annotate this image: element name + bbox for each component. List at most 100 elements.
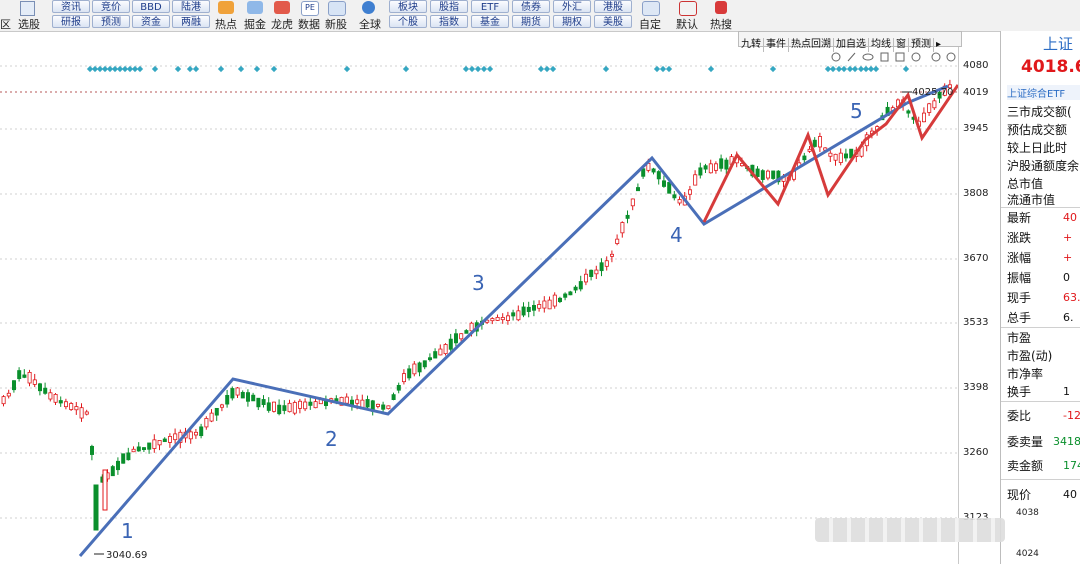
info-row-estimated: 预估成交额: [1007, 123, 1068, 137]
event-dot[interactable]: [174, 65, 182, 73]
candle-body: [116, 460, 121, 471]
price-tick-current: 4019: [963, 87, 989, 98]
candle-body: [188, 431, 193, 440]
event-dot[interactable]: [851, 65, 859, 73]
event-dot[interactable]: [707, 65, 715, 73]
chart-tool-icons[interactable]: [831, 52, 956, 62]
data-button[interactable]: PE 数据: [294, 0, 324, 31]
zoom-out-icon[interactable]: [946, 52, 956, 62]
event-dot[interactable]: [602, 65, 610, 73]
event-dot[interactable]: [480, 65, 488, 73]
select-stock-button[interactable]: 选股: [18, 0, 46, 31]
research-button[interactable]: 研报: [52, 15, 90, 28]
options-button[interactable]: 期权: [553, 15, 591, 28]
event-dot[interactable]: [486, 65, 494, 73]
default-button[interactable]: 默认: [672, 0, 702, 31]
candle-body: [173, 433, 178, 441]
event-dot[interactable]: [468, 65, 476, 73]
candle-body: [495, 316, 500, 321]
event-dot[interactable]: [462, 65, 470, 73]
event-dot[interactable]: [253, 65, 261, 73]
left-partial-item[interactable]: 区: [0, 0, 14, 31]
hk-connect-button[interactable]: 陆港: [172, 0, 210, 13]
settings-icon[interactable]: [831, 52, 841, 62]
event-dot[interactable]: [840, 65, 848, 73]
candle-body: [453, 333, 458, 344]
event-dot[interactable]: [343, 65, 351, 73]
bond-button[interactable]: 债券: [512, 0, 550, 13]
candle-body: [615, 238, 620, 244]
candle-body: [698, 167, 703, 176]
us-stock-button[interactable]: 美股: [594, 15, 632, 28]
event-dot[interactable]: [543, 65, 551, 73]
fund-button[interactable]: 基金: [471, 15, 509, 28]
eye-icon[interactable]: [862, 53, 874, 61]
hot-search-label: 热搜: [710, 18, 732, 31]
candle-body: [277, 404, 282, 415]
refresh-icon[interactable]: [911, 52, 921, 62]
auction-button[interactable]: 竞价: [92, 0, 130, 13]
event-dot[interactable]: [549, 65, 557, 73]
sector-button[interactable]: 板块: [389, 0, 427, 13]
event-dot[interactable]: [192, 65, 200, 73]
margin-button[interactable]: 两融: [172, 15, 210, 28]
event-dot[interactable]: [537, 65, 545, 73]
lock-icon[interactable]: [880, 52, 889, 62]
event-dot[interactable]: [653, 65, 661, 73]
custom-button[interactable]: 自定: [635, 0, 665, 31]
forecast-button[interactable]: 预测: [92, 15, 130, 28]
zoom-in-icon[interactable]: [931, 52, 941, 62]
global-label: 全球: [359, 18, 381, 31]
etf-button[interactable]: ETF: [471, 0, 509, 13]
hand-icon[interactable]: [895, 52, 905, 62]
info-row-market-cap: 总市值: [1007, 177, 1044, 191]
candlestick-chart[interactable]: 1 2 3 4 5 3040.69 4025.70: [0, 47, 958, 564]
event-dot[interactable]: [270, 65, 278, 73]
candle-body: [573, 286, 578, 291]
event-dot[interactable]: [186, 65, 194, 73]
futures-button[interactable]: 期货: [512, 15, 550, 28]
funds-button[interactable]: 资金: [132, 15, 170, 28]
candle-body: [844, 153, 849, 159]
bbd-button[interactable]: BBD: [132, 0, 170, 13]
individual-stock-button[interactable]: 个股: [389, 15, 427, 28]
candle-body: [102, 469, 108, 511]
event-dot[interactable]: [829, 65, 837, 73]
event-dot[interactable]: [217, 65, 225, 73]
event-dot[interactable]: [769, 65, 777, 73]
candle-body: [719, 158, 724, 169]
order-value-ask-vol: 3418.: [1053, 435, 1080, 448]
event-dot[interactable]: [474, 65, 482, 73]
hotspot-button[interactable]: 热点: [211, 0, 241, 31]
new-stock-button[interactable]: 新股: [321, 0, 351, 31]
candle-body: [433, 351, 438, 359]
index-button[interactable]: 指数: [430, 15, 468, 28]
panel-subtitle[interactable]: 上证综合ETF: [1007, 85, 1080, 100]
forex-button[interactable]: 外汇: [553, 0, 591, 13]
event-dot[interactable]: [665, 65, 673, 73]
event-dot[interactable]: [151, 65, 159, 73]
stock-index-futures-button[interactable]: 股指: [430, 0, 468, 13]
event-dot[interactable]: [902, 65, 910, 73]
event-dot[interactable]: [659, 65, 667, 73]
event-dot[interactable]: [237, 65, 245, 73]
panel-title: 上证: [1043, 35, 1074, 53]
news-button[interactable]: 资讯: [52, 0, 90, 13]
dig-gold-button[interactable]: 掘金: [240, 0, 270, 31]
hk-stock-button[interactable]: 港股: [594, 0, 632, 13]
candle-body: [58, 400, 63, 404]
draw-pen-icon[interactable]: [847, 52, 856, 62]
event-dot[interactable]: [136, 65, 144, 73]
wave-label-3: 3: [472, 271, 485, 295]
global-button[interactable]: 全球: [355, 0, 385, 31]
event-dot[interactable]: [402, 65, 410, 73]
candle-body: [199, 426, 204, 437]
event-dot[interactable]: [872, 65, 880, 73]
event-markers[interactable]: [86, 65, 910, 73]
dragon-tiger-button[interactable]: 龙虎: [267, 0, 297, 31]
candle-body: [766, 170, 771, 179]
candle-body: [589, 269, 594, 277]
quote-value-latest: 40: [1063, 211, 1077, 224]
select-stock-label: 选股: [18, 18, 40, 31]
hot-search-button[interactable]: 热搜: [706, 0, 736, 31]
